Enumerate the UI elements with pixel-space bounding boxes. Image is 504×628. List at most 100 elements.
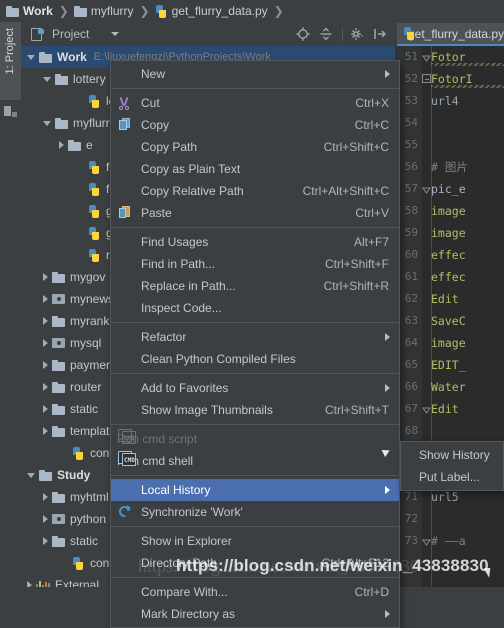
tree-twisty-right[interactable]: [43, 295, 48, 303]
tree-twisty-right[interactable]: [43, 537, 48, 545]
code-text-area[interactable]: Fotor FotorI url4 # 图片 pic_e image image effec…: [422, 46, 504, 587]
menu-item-new[interactable]: New: [111, 63, 399, 85]
locate-icon[interactable]: [295, 26, 311, 42]
menu-item-find-in-path[interactable]: Find in Path... Ctrl+Shift+F: [111, 253, 399, 275]
tree-twisty-right[interactable]: [59, 141, 64, 149]
code-token: # 图片: [431, 160, 468, 174]
menu-item-find-usages[interactable]: Find Usages Alt+F7: [111, 231, 399, 253]
python-file-icon: [88, 160, 101, 174]
tree-twisty-right[interactable]: [43, 383, 48, 391]
tree-twisty-down[interactable]: [27, 54, 35, 60]
context-menu[interactable]: New Cut Ctrl+X Copy Ctrl+C Copy Path Ctrl+Shif…: [110, 60, 400, 628]
breadcrumb-item-1[interactable]: myflurry: [73, 0, 134, 22]
tree-twisty-right[interactable]: [43, 493, 48, 501]
menu-item-paste[interactable]: Paste Ctrl+V: [111, 202, 399, 224]
menu-item-add-to-favorites[interactable]: Add to Favorites: [111, 377, 399, 399]
settings-gear-icon[interactable]: [349, 26, 365, 42]
menu-item-run-cmd-shell[interactable]: CMD Run cmd shell: [111, 450, 399, 472]
menu-icon-placeholder: [115, 329, 135, 345]
menu-item-mark-directory-as[interactable]: Mark Directory as: [111, 603, 399, 625]
code-line[interactable]: [422, 420, 504, 442]
code-line[interactable]: url4: [422, 90, 504, 112]
menu-item-copy-path[interactable]: Copy Path Ctrl+Shift+C: [111, 136, 399, 158]
breadcrumb-item-0[interactable]: Work: [6, 0, 53, 22]
project-toolbar: Project: [21, 22, 395, 46]
menu-icon-placeholder: [115, 300, 135, 316]
code-line[interactable]: effec: [422, 266, 504, 288]
folder-icon: [73, 5, 87, 17]
menu-item-shortcut: Ctrl+Shift+T: [324, 403, 389, 417]
menu-icon-placeholder: [115, 380, 135, 396]
expand-collapse-icon[interactable]: [318, 26, 334, 42]
folder-icon: [55, 73, 68, 85]
menu-item-copy-as-plain-text[interactable]: Copy as Plain Text: [111, 158, 399, 180]
code-line[interactable]: [422, 112, 504, 134]
structure-icon[interactable]: [4, 106, 17, 118]
menu-item-compare-with[interactable]: Compare With... Ctrl+D: [111, 581, 399, 603]
menu-item-shortcut: Ctrl+Alt+F12: [321, 556, 389, 570]
tool-window-tab-label: 1: Project: [4, 28, 16, 75]
code-token: pic_e: [431, 182, 466, 196]
code-line[interactable]: image: [422, 200, 504, 222]
code-line[interactable]: Edit: [422, 398, 504, 420]
code-line[interactable]: FotorI: [422, 68, 504, 90]
menu-item-directory-path[interactable]: Directory Path Ctrl+Alt+F12: [111, 552, 399, 574]
code-line[interactable]: [422, 508, 504, 530]
tree-twisty-right[interactable]: [43, 361, 48, 369]
code-line[interactable]: effec: [422, 244, 504, 266]
tool-window-tab-project[interactable]: 1: Project: [0, 22, 21, 100]
menu-item-refactor[interactable]: Refactor: [111, 326, 399, 348]
python-file-icon: [155, 4, 168, 18]
menu-item-clean-python-compiled-files[interactable]: Clean Python Compiled Files: [111, 348, 399, 370]
tree-twisty-right[interactable]: [43, 515, 48, 523]
python-file-icon: [88, 204, 101, 218]
tree-twisty-right[interactable]: [27, 581, 32, 587]
tree-twisty-right[interactable]: [43, 339, 48, 347]
code-line[interactable]: Edit: [422, 288, 504, 310]
tree-twisty-right[interactable]: [43, 405, 48, 413]
menu-item-replace-in-path[interactable]: Replace in Path... Ctrl+Shift+R: [111, 275, 399, 297]
code-line[interactable]: image: [422, 222, 504, 244]
menu-item-copy-relative-path[interactable]: Copy Relative Path Ctrl+Alt+Shift+C: [111, 180, 399, 202]
code-line[interactable]: SaveC: [422, 310, 504, 332]
submenu-item-show-history[interactable]: Show History: [401, 444, 503, 466]
breadcrumb-item-2[interactable]: get_flurry_data.py: [155, 0, 268, 22]
code-editor[interactable]: 5152535455565758596061626364656667686970…: [395, 46, 504, 587]
tree-twisty-down[interactable]: [43, 76, 51, 82]
menu-item-local-history[interactable]: Local History: [111, 479, 399, 501]
submenu-item-put-label[interactable]: Put Label...: [401, 466, 503, 488]
code-line[interactable]: Water: [422, 376, 504, 398]
code-line[interactable]: image: [422, 332, 504, 354]
tree-twisty-down[interactable]: [43, 120, 51, 126]
menu-item-cut[interactable]: Cut Ctrl+X: [111, 92, 399, 114]
code-token: url5: [431, 490, 459, 504]
chevron-down-icon[interactable]: [111, 32, 120, 36]
menu-item-copy[interactable]: Copy Ctrl+C: [111, 114, 399, 136]
tree-twisty-right[interactable]: [43, 317, 48, 325]
tree-twisty-down[interactable]: [27, 472, 35, 478]
tree-twisty-right[interactable]: [43, 427, 48, 435]
sync-icon: [115, 504, 135, 520]
code-token: effec: [431, 248, 466, 262]
paste-icon: [115, 205, 135, 221]
menu-item-run-cmd-script[interactable]: CMD Run cmd script: [111, 428, 399, 450]
menu-item-synchronize-work[interactable]: Synchronize 'Work': [111, 501, 399, 523]
editor-tab-get-flurry-data[interactable]: get_flurry_data.py: [397, 23, 504, 46]
code-line[interactable]: # ——a: [422, 530, 504, 552]
cmd-icon: CMD: [118, 429, 136, 444]
code-line[interactable]: EDIT_: [422, 354, 504, 376]
code-line[interactable]: pic_e: [422, 178, 504, 200]
tree-twisty-right[interactable]: [43, 273, 48, 281]
hide-panel-icon[interactable]: [372, 26, 388, 42]
code-line[interactable]: [422, 134, 504, 156]
menu-item-inspect-code[interactable]: Inspect Code...: [111, 297, 399, 319]
menu-item-show-image-thumbnails[interactable]: Show Image Thumbnails Ctrl+Shift+T: [111, 399, 399, 421]
menu-item-show-in-explorer[interactable]: Show in Explorer: [111, 530, 399, 552]
menu-item-label: Show Image Thumbnails: [141, 403, 273, 417]
code-line[interactable]: Fotor: [422, 46, 504, 68]
local-history-submenu[interactable]: Show History Put Label...: [400, 441, 504, 491]
code-line[interactable]: # 图片: [422, 156, 504, 178]
